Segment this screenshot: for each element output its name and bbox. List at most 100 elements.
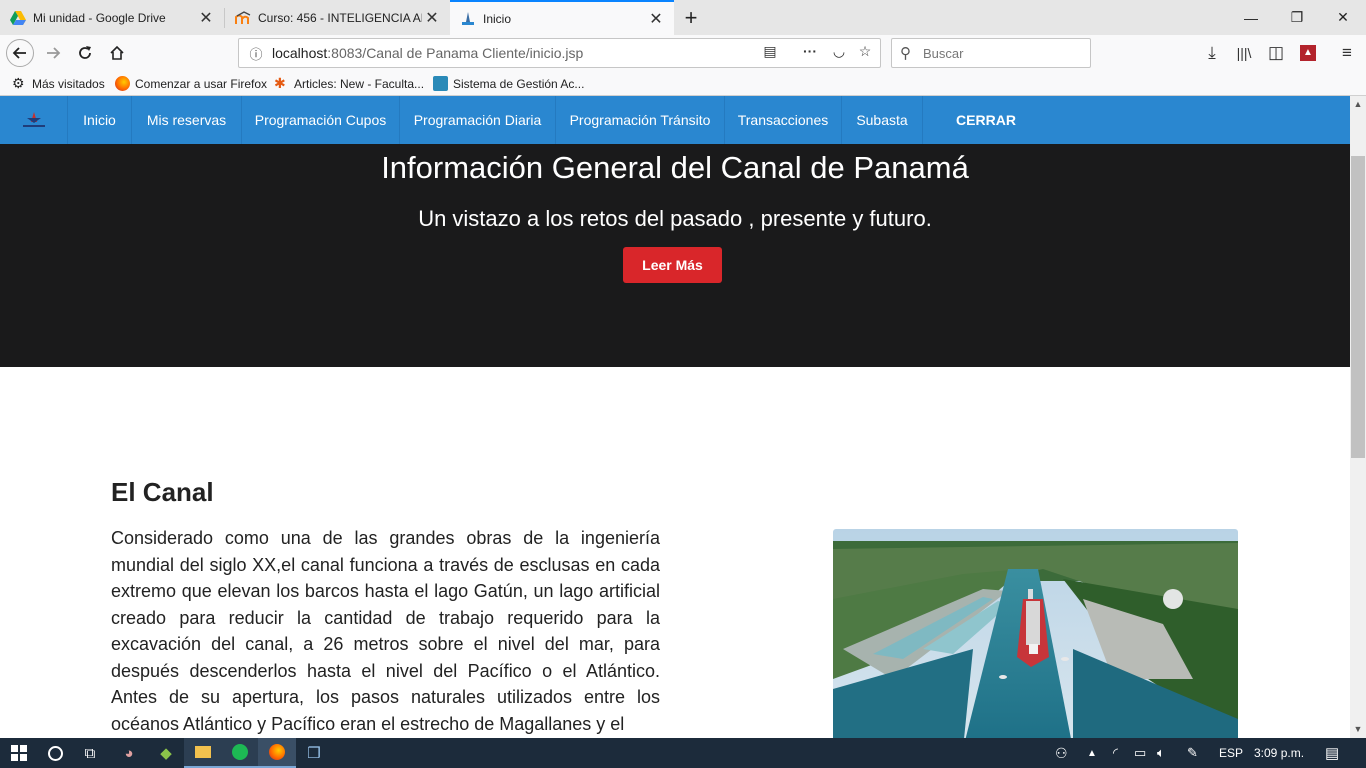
task-view-icon: ⧉ (84, 744, 96, 762)
taskbar-app-git[interactable]: ◆ (147, 738, 185, 768)
palette-icon: ◕ (124, 744, 134, 762)
taskbar-app-virtualbox[interactable]: ❒ (295, 738, 333, 768)
download-icon: ⤓ (1208, 43, 1216, 62)
bookmark-label: Articles: New - Faculta... (294, 76, 425, 91)
tab-inicio[interactable]: Inicio ✕ (450, 0, 674, 35)
page-actions-icon[interactable]: ··· (799, 43, 821, 65)
nav-programacion-transito[interactable]: Programación Tránsito (556, 96, 725, 144)
maximize-button[interactable]: ❐ (1274, 0, 1320, 35)
extension-button[interactable]: ▲ (1294, 39, 1322, 67)
bookmark-star-icon[interactable]: ☆ (854, 43, 876, 65)
wifi-icon[interactable]: ◜ (1113, 738, 1118, 768)
tab-moodle-course[interactable]: Curso: 456 - INTELIGENCIA ART ✕ (225, 0, 450, 35)
firefox-icon (115, 76, 130, 91)
book-icon (433, 76, 448, 91)
forward-arrow-icon (47, 47, 61, 59)
bookmarks-bar: ⚙ Más visitados Comenzar a usar Firefox … (0, 71, 1366, 96)
hamburger-menu-icon: ≡ (1342, 43, 1352, 62)
back-button[interactable] (6, 39, 34, 67)
puzzle-icon: ✱ (274, 75, 286, 91)
vertical-scrollbar[interactable]: ▲ ▼ (1350, 96, 1366, 738)
nav-programacion-diaria[interactable]: Programación Diaria (400, 96, 556, 144)
url-bar[interactable]: ⓘ localhost:8083/Canal de Panama Cliente… (238, 38, 881, 68)
bookmark-most-visited[interactable]: ⚙ Más visitados (12, 75, 105, 92)
close-tab-icon[interactable]: ✕ (646, 9, 666, 29)
battery-icon[interactable]: ▭ (1134, 738, 1146, 768)
back-arrow-icon (12, 47, 26, 59)
downloads-button[interactable]: ⤓ (1198, 39, 1226, 67)
library-button[interactable]: |||\ (1230, 39, 1258, 67)
nav-mis-reservas[interactable]: Mis reservas (132, 96, 242, 144)
task-view-button[interactable]: ⧉ (71, 738, 109, 768)
search-bar[interactable]: ⚲ Buscar (891, 38, 1091, 68)
taskbar-app-explorer[interactable] (184, 738, 222, 768)
restore-icon: ❐ (1290, 9, 1304, 25)
library-icon: |||\ (1236, 45, 1252, 61)
plus-icon: + (684, 4, 698, 30)
start-button[interactable] (0, 738, 38, 768)
new-tab-button[interactable]: + (674, 0, 708, 35)
bookmark-getting-started[interactable]: Comenzar a usar Firefox (115, 75, 267, 92)
tab-title: Curso: 456 - INTELIGENCIA ART (258, 10, 422, 25)
volume-icon[interactable]: 🔈︎ (1157, 738, 1165, 768)
section-title: El Canal (111, 477, 214, 507)
menu-button[interactable]: ≡ (1333, 39, 1361, 67)
nav-label: Programación Tránsito (569, 112, 711, 128)
windows-logo-icon (11, 745, 27, 761)
taskbar-app-firefox[interactable] (258, 738, 296, 768)
tray-chevron-up-icon[interactable]: ▲ (1087, 738, 1097, 768)
home-icon (110, 45, 124, 60)
nav-inicio[interactable]: Inicio (68, 96, 132, 144)
firefox-icon (269, 744, 285, 760)
folder-icon (195, 746, 211, 758)
extension-icon: ▲ (1300, 45, 1316, 61)
moodle-icon (235, 10, 251, 24)
notifications-icon[interactable]: ▤ (1325, 738, 1339, 768)
hero-subtitle: Un vistazo a los retos del pasado , pres… (418, 206, 932, 231)
nav-programacion-cupos[interactable]: Programación Cupos (242, 96, 400, 144)
taskbar-app-spotify[interactable] (221, 738, 259, 768)
close-tab-icon[interactable]: ✕ (196, 8, 216, 28)
hero-banner: Información General del Canal de Panamá … (0, 144, 1350, 367)
site-logo[interactable] (0, 96, 68, 144)
gear-icon: ⚙ (12, 75, 25, 91)
home-button[interactable] (103, 39, 131, 67)
pen-icon[interactable]: ✎ (1187, 738, 1198, 768)
language-indicator[interactable]: ESP (1219, 738, 1243, 768)
close-window-button[interactable]: ✕ (1320, 0, 1366, 35)
reader-view-icon[interactable]: ▤ (759, 43, 781, 65)
reload-button[interactable] (71, 39, 99, 67)
search-circle-icon (47, 745, 63, 761)
sidebar-button[interactable]: ◫ (1262, 39, 1290, 67)
cortana-button[interactable] (36, 738, 74, 768)
nav-label: Inicio (83, 112, 116, 128)
minimize-button[interactable]: — (1228, 0, 1274, 35)
bookmark-articles[interactable]: ✱ Articles: New - Faculta... (274, 75, 424, 92)
leer-mas-button[interactable]: Leer Más (623, 247, 722, 283)
search-icon: ⚲ (900, 45, 911, 62)
tab-google-drive[interactable]: Mi unidad - Google Drive ✕ (0, 0, 224, 35)
people-icon[interactable]: ⚇ (1055, 738, 1068, 768)
nav-transacciones[interactable]: Transacciones (725, 96, 842, 144)
forward-button[interactable] (39, 39, 67, 67)
cube-icon: ❒ (307, 745, 321, 762)
nav-label: Transacciones (737, 112, 829, 128)
pocket-icon[interactable]: ◡ (828, 43, 850, 65)
canal-locks-image (833, 529, 1238, 738)
close-tab-icon[interactable]: ✕ (422, 8, 442, 28)
nav-label: Programación Diaria (413, 112, 542, 128)
scroll-down-icon[interactable]: ▼ (1350, 721, 1366, 738)
site-info-icon[interactable]: ⓘ (247, 44, 265, 62)
url-host: localhost (272, 45, 328, 61)
tab-title: Mi unidad - Google Drive (33, 10, 166, 25)
taskbar-app-paint[interactable]: ◕ (110, 738, 148, 768)
canal-photo (833, 529, 1238, 738)
clock[interactable]: 3:09 p.m. (1254, 738, 1304, 768)
nav-subasta[interactable]: Subasta (842, 96, 923, 144)
bookmark-sistema-gestion[interactable]: Sistema de Gestión Ac... (433, 75, 584, 92)
canal-logo-icon (462, 11, 474, 25)
url-text[interactable]: localhost:8083/Canal de Panama Cliente/i… (272, 45, 583, 61)
scrollbar-thumb[interactable] (1351, 156, 1365, 458)
scroll-up-icon[interactable]: ▲ (1350, 96, 1366, 113)
nav-cerrar[interactable]: CERRAR (923, 96, 1049, 144)
